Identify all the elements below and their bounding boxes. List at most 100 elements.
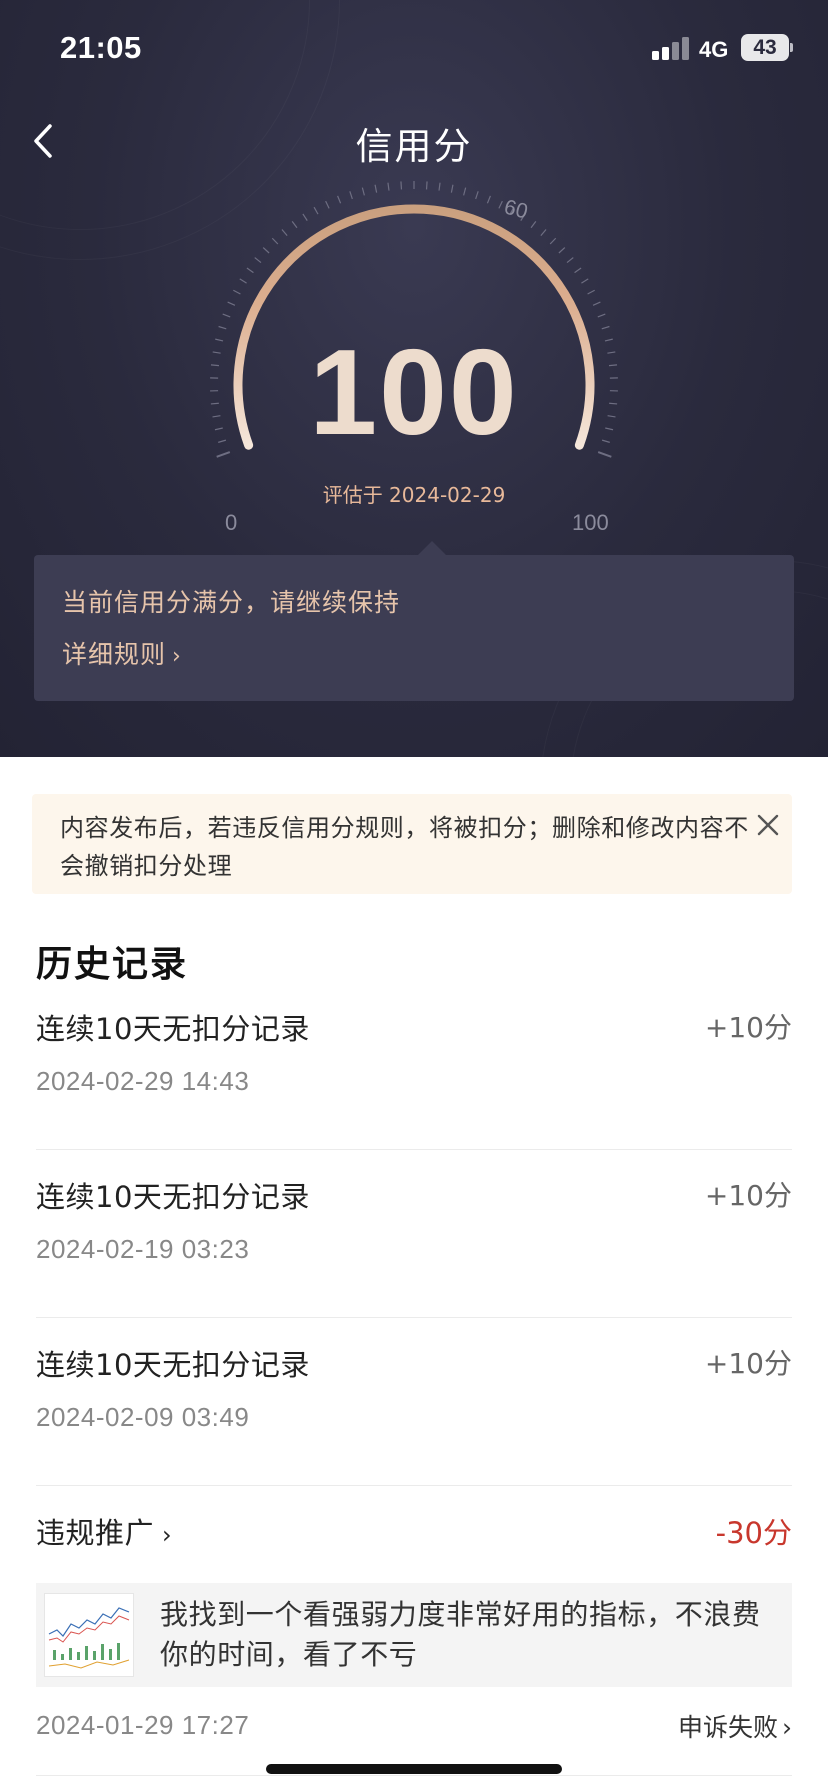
stock-chart-thumbnail-icon [45, 1594, 133, 1676]
history-record[interactable]: 连续10天无扣分记录 +10分 2024-02-09 03:49 [36, 1318, 792, 1486]
divider [36, 1775, 792, 1776]
signal-icon [652, 36, 690, 60]
appeal-status-label: 申诉失败 [677, 1713, 778, 1742]
gauge-tick [438, 182, 441, 191]
gauge-tick [498, 200, 503, 209]
violation-record: 违规推广 › -30分 我找到一个看强弱力度非常好用的指标，不浪费你的时间，看了不… [36, 1486, 792, 1792]
gauge-tick [262, 247, 270, 254]
gauge-tick [566, 257, 574, 264]
chevron-right-icon: › [162, 1521, 173, 1549]
evaluated-date: 评估于 2024-02-29 [322, 483, 506, 507]
record-date: 2024-02-29 14:43 [36, 1066, 250, 1096]
gauge-tick [509, 206, 515, 215]
gauge-tick [271, 237, 279, 245]
record-date: 2024-02-19 03:23 [36, 1234, 250, 1264]
post-excerpt: 我找到一个看强弱力度非常好用的指标，不浪费你的时间，看了不亏 [160, 1598, 761, 1671]
gauge-tick [592, 301, 601, 306]
gauge-tick [222, 313, 231, 318]
appeal-status-link[interactable]: 申诉失败 › [678, 1708, 792, 1744]
violating-post-card[interactable]: 我找到一个看强弱力度非常好用的指标，不浪费你的时间，看了不亏 [36, 1583, 792, 1687]
gauge-tick [387, 182, 390, 191]
close-icon [757, 814, 779, 836]
history-record[interactable]: 连续10天无扣分记录 +10分 2024-02-29 14:43 [36, 982, 792, 1150]
gauge-tick [581, 278, 589, 284]
score-status-message: 当前信用分满分，请继续保持 [62, 588, 401, 617]
gauge-tick [609, 402, 618, 405]
gauge-tick [587, 289, 595, 295]
gauge-tick [475, 191, 479, 200]
gauge-tick [597, 451, 612, 458]
score-info-card: 当前信用分满分，请继续保持 详细规则 › [34, 541, 794, 701]
gauge-tick [325, 200, 330, 209]
gauge-tick [212, 415, 221, 418]
gauge-tick [212, 351, 221, 354]
gauge-tick [604, 338, 613, 342]
violation-title-link[interactable]: 违规推广 › [36, 1510, 172, 1552]
gauge-tick [210, 364, 220, 367]
network-type: 4G [699, 37, 729, 62]
gauge-tick [254, 257, 262, 264]
record-score: +10分 [704, 1347, 792, 1380]
gauge-tick [291, 221, 298, 229]
gauge-tick [530, 221, 537, 229]
gauge-tick [302, 213, 308, 221]
gauge-tick [607, 415, 616, 418]
record-score: +10分 [704, 1179, 792, 1212]
notice-banner: 内容发布后，若违反信用分规则，将被扣分；删除和修改内容不会撤销扣分处理 [32, 794, 792, 894]
home-indicator[interactable] [266, 1764, 562, 1774]
gauge-min-label: 0 [225, 510, 238, 535]
gauge-tick [601, 439, 610, 443]
gauge-tick [281, 229, 288, 236]
gauge-tick [233, 289, 241, 295]
gauge-max-label: 100 [572, 510, 609, 535]
gauge-tick [549, 237, 557, 245]
record-title: 连续10天无扣分记录 [36, 1180, 310, 1214]
chevron-right-icon: › [172, 644, 182, 669]
record-date: 2024-02-09 03:49 [36, 1402, 250, 1432]
gauge-tick [450, 184, 454, 193]
gauge-tick [337, 195, 342, 204]
status-time: 21:05 [60, 30, 142, 65]
credit-score-header: 21:05 4G 43 信用分 60 100 评估于 2024-02-29 0 [0, 0, 828, 757]
notice-text: 内容发布后，若违反信用分规则，将被扣分；删除和修改内容不会撤销扣分处理 [60, 814, 749, 880]
gauge-tick [520, 213, 526, 221]
page-title: 信用分 [355, 125, 473, 168]
gauge-tick [540, 229, 547, 236]
gauge-tick [605, 427, 614, 431]
gauge-tick [597, 313, 606, 318]
gauge-tick [216, 451, 231, 458]
violation-title: 违规推广 [36, 1516, 155, 1550]
gauge-tick [400, 181, 403, 190]
gauge-tick [218, 439, 227, 443]
gauge-tick [486, 195, 491, 204]
history-title: 历史记录 [36, 944, 189, 985]
gauge-tick [558, 247, 566, 254]
gauge-tick [214, 427, 223, 431]
history-record[interactable]: 连续10天无扣分记录 +10分 2024-02-19 03:23 [36, 1150, 792, 1318]
gauge-tick [227, 301, 236, 306]
chevron-right-icon: › [782, 1713, 792, 1742]
violation-score: -30分 [715, 1516, 792, 1550]
battery-icon: 43 [741, 34, 789, 61]
violation-date: 2024-01-29 17:27 [36, 1710, 250, 1740]
detailed-rules-label: 详细规则 [62, 640, 167, 669]
gauge-tick [361, 187, 365, 196]
gauge-tick [246, 267, 254, 274]
credit-score-value: 100 [309, 324, 519, 460]
record-title: 连续10天无扣分记录 [36, 1012, 310, 1046]
gauge-tick [374, 184, 378, 193]
gauge-tick [210, 402, 219, 405]
gauge-tick [463, 187, 467, 196]
status-bar: 21:05 4G 43 [0, 0, 828, 100]
close-icon[interactable] [754, 811, 782, 839]
gauge-tick [608, 364, 618, 367]
detailed-rules-link[interactable]: 详细规则 › [62, 635, 182, 671]
battery-tip [790, 43, 793, 52]
record-score: +10分 [704, 1011, 792, 1044]
gauge-tick [313, 206, 319, 215]
gauge-tick [215, 338, 224, 342]
gauge-label-60: 60 [502, 196, 530, 224]
gauge-tick [574, 267, 582, 274]
gauge-tick [601, 325, 610, 330]
gauge-tick [425, 181, 428, 190]
